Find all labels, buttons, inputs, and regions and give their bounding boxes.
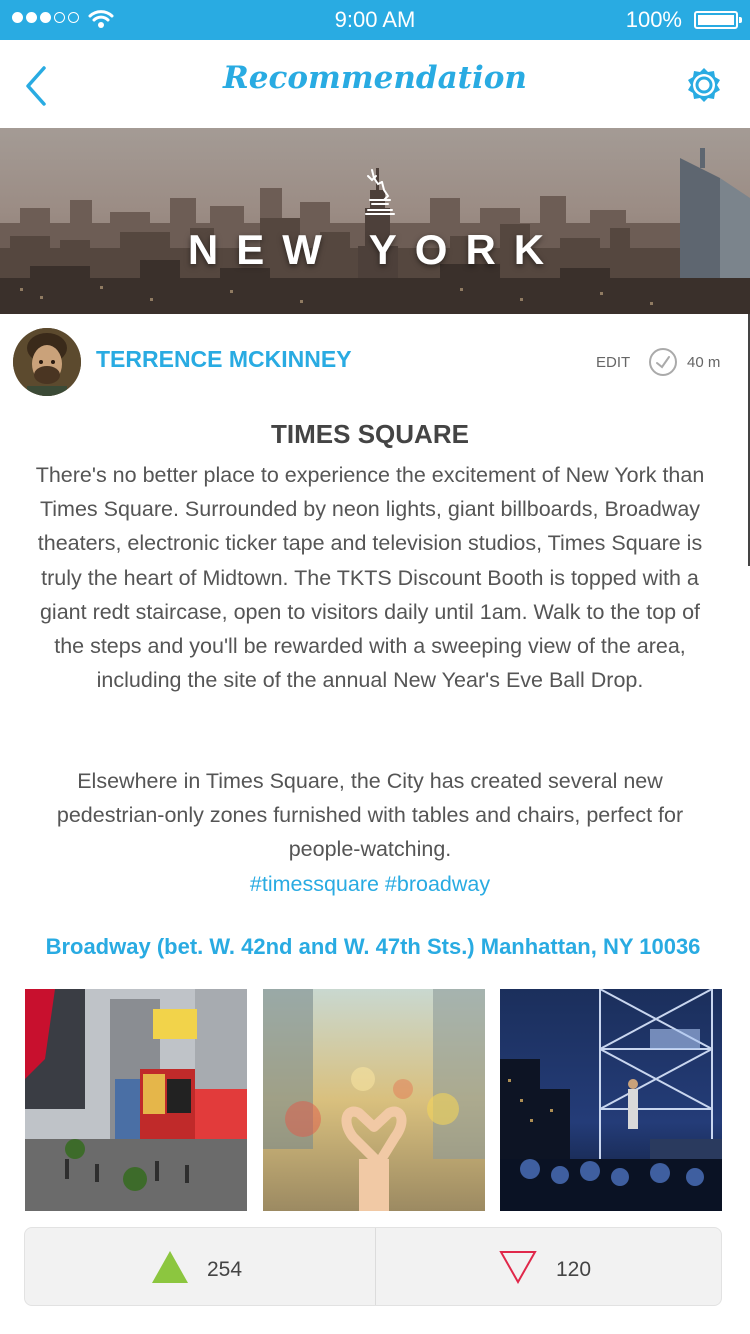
status-bar: 9:00 AM 100%: [0, 0, 750, 40]
hashtags-link[interactable]: #timessquare #broadway: [250, 872, 490, 896]
post-body-2: Elsewhere in Times Square, the City has …: [24, 764, 716, 901]
hero-title: NEW YORK: [187, 226, 563, 273]
post-body-2-text: Elsewhere in Times Square, the City has …: [56, 769, 684, 862]
clock-icon: [649, 348, 677, 376]
photo-times-square[interactable]: [25, 989, 247, 1211]
gear-icon[interactable]: [686, 67, 722, 103]
downvote-button[interactable]: 120: [376, 1228, 725, 1305]
duration-label: 40 m: [687, 354, 721, 371]
city-skyline-image: [0, 128, 750, 314]
photo-heart-hands[interactable]: [263, 989, 485, 1211]
hero-banner: NEW YORK: [0, 128, 750, 314]
photo-concert[interactable]: [500, 989, 722, 1211]
edit-button[interactable]: EDIT: [596, 354, 630, 371]
upvote-button[interactable]: 254: [25, 1228, 374, 1305]
page-title: Recommendation: [223, 60, 527, 96]
address-link[interactable]: Broadway (bet. W. 42nd and W. 47th Sts.)…: [0, 934, 746, 960]
upvote-count: 254: [207, 1258, 243, 1281]
battery-icon: [694, 11, 742, 29]
author-name[interactable]: TERRENCE MCKINNEY: [96, 346, 352, 373]
battery-percent: 100%: [625, 7, 682, 32]
vote-bar: 254 120: [24, 1227, 722, 1306]
navigation-bar: Recommendation: [0, 40, 750, 128]
downvote-count: 120: [556, 1258, 592, 1281]
avatar[interactable]: [13, 328, 81, 396]
downvote-triangle-icon: [499, 1251, 537, 1284]
upvote-triangle-icon: [152, 1251, 188, 1283]
statue-of-liberty-icon: [365, 169, 395, 215]
post-title: TIMES SQUARE: [271, 419, 469, 449]
post-body: There's no better place to experience th…: [35, 463, 705, 693]
